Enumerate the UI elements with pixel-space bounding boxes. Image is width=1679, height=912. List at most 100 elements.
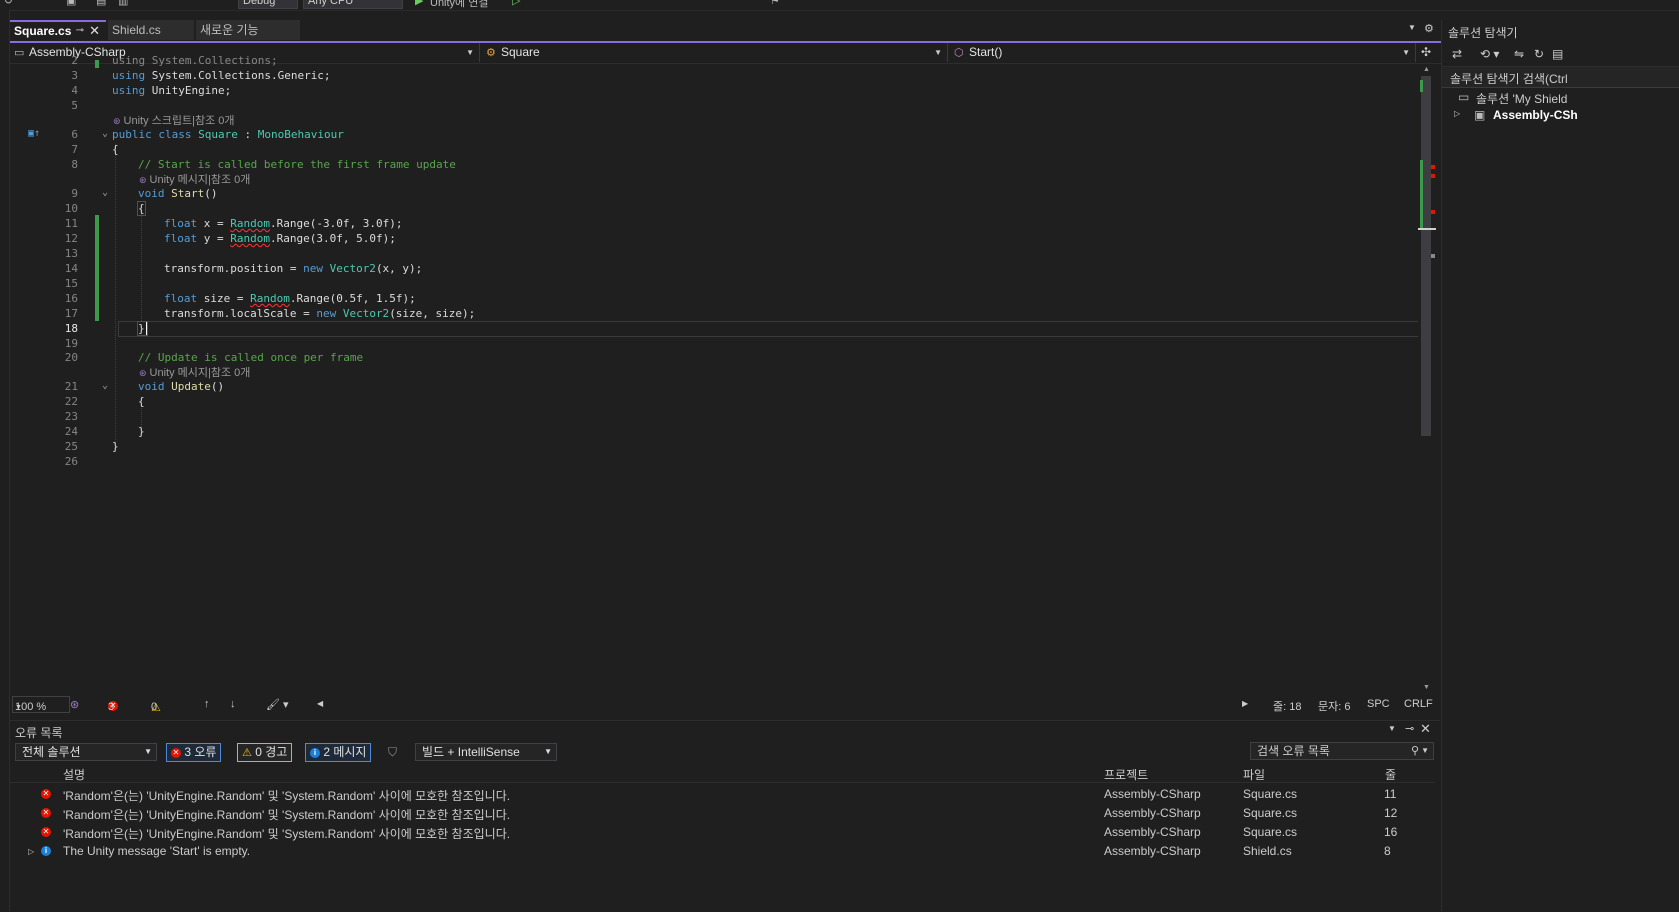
class-dropdown[interactable]: ⚙ Square ▼: [482, 43, 948, 62]
class-icon: ⚙: [486, 47, 496, 59]
change-overview: [1420, 80, 1423, 92]
errors-filter-button[interactable]: ✕ 3 오류: [166, 743, 222, 762]
scroll-up-icon[interactable]: ▲: [1423, 66, 1430, 73]
sync-icon[interactable]: ⇄: [1452, 47, 1462, 61]
split-editor-icon[interactable]: ✣: [1421, 45, 1431, 59]
column-indicator[interactable]: 문자: 6: [1318, 698, 1350, 714]
tab-shield-cs[interactable]: Shield.cs: [108, 20, 194, 40]
column-file[interactable]: 파일: [1243, 766, 1265, 783]
back-icon[interactable]: ↺: [4, 0, 13, 8]
scroll-left-icon[interactable]: ◀: [317, 699, 323, 708]
refresh-icon[interactable]: ↻: [1534, 47, 1544, 61]
line-indicator[interactable]: 줄: 18: [1273, 698, 1301, 714]
marker-overview: [1431, 254, 1435, 258]
history-icon[interactable]: ⟲ ▾: [1480, 47, 1499, 61]
fold-toggle-icon[interactable]: ⌄: [100, 380, 110, 391]
scope-dropdown[interactable]: 전체 솔루션 ▼: [15, 743, 157, 761]
unity-icon: ⊛: [139, 175, 147, 185]
caret-overview: [1418, 228, 1436, 230]
line-number: 20: [64, 351, 78, 364]
next-issue-icon[interactable]: ↓: [230, 698, 236, 710]
codelens-start[interactable]: ⊛ Unity 메시지|참조 0개: [139, 171, 250, 187]
switch-views-icon[interactable]: ⇋: [1514, 47, 1524, 61]
error-project: Assembly-CSharp: [1104, 825, 1201, 839]
copilot-icon[interactable]: ⊛: [70, 698, 79, 711]
line-number: 26: [64, 455, 78, 468]
indent-guide: [115, 144, 116, 444]
warnings-filter-button[interactable]: ⚠ 0 경고: [237, 743, 293, 762]
line-number: 11: [64, 217, 78, 230]
fold-toggle-icon[interactable]: ⌄: [100, 128, 110, 139]
tab-square-cs[interactable]: Square.cs ⊸ ✕: [10, 20, 106, 40]
line-number: 6: [71, 128, 78, 141]
collapse-all-icon[interactable]: ▤: [1552, 47, 1563, 61]
config-dropdown[interactable]: Debug: [238, 0, 298, 9]
whitespace-indicator[interactable]: SPC: [1367, 698, 1390, 710]
code-line: float x = Random.Range(-3.0f, 3.0f);: [164, 217, 403, 230]
scroll-right-icon[interactable]: ▶: [1242, 699, 1248, 708]
pin-icon[interactable]: ⊸: [76, 22, 84, 40]
project-node[interactable]: ▷ ▣ Assembly-CSh: [1442, 106, 1679, 124]
chevron-down-icon: ▼: [1402, 48, 1410, 57]
build-filter-dropdown[interactable]: 빌드 + IntelliSense ▼: [415, 743, 557, 761]
member-label: Start(): [969, 45, 1003, 59]
editor-scrollbar[interactable]: ▲ ▼: [1418, 64, 1436, 692]
messages-filter-button[interactable]: i 2 메시지: [305, 743, 372, 762]
codelens-update[interactable]: ⊛ Unity 메시지|참조 0개: [139, 364, 250, 380]
run-no-debug-icon[interactable]: ▷: [512, 0, 520, 8]
member-dropdown[interactable]: ⬡ Start() ▼: [950, 43, 1416, 62]
main-toolbar: ↺ ▣ ▤ ▥ Debug Any CPU ▶ Unity에 연결 ▷ ⚑: [0, 0, 1679, 11]
tab-label: Square.cs: [14, 24, 72, 38]
error-description: The Unity message 'Start' is empty.: [63, 844, 251, 858]
code-line: using System.Collections;: [112, 54, 278, 67]
tab-overflow-icon[interactable]: ▼: [1408, 23, 1416, 32]
line-number: 16: [64, 292, 78, 305]
column-description[interactable]: 설명: [63, 766, 85, 783]
save-icon[interactable]: ▥: [118, 0, 128, 8]
tab-whats-new[interactable]: 새로운 기능: [196, 20, 300, 40]
platform-dropdown[interactable]: Any CPU: [303, 0, 403, 9]
indent-guide: [141, 211, 142, 321]
search-error-list-input[interactable]: 검색 오류 목록 ⚲ ▼: [1250, 742, 1434, 760]
chevron-down-icon: ▼: [934, 48, 942, 57]
line-number: 3: [71, 69, 78, 82]
cleanup-icon[interactable]: 🖌 ▾: [266, 698, 289, 711]
previous-issue-icon[interactable]: ↑: [204, 698, 210, 710]
error-row[interactable]: ✕ 'Random'은(는) 'UnityEngine.Random' 및 'S…: [10, 785, 1435, 804]
run-icon[interactable]: ▶: [415, 0, 423, 8]
editor-status-bar: 100 % ▼ ⊛ ✕ 3 ⚠ 0 ↑ ↓ 🖌 ▾ ◀ ▶ 줄: 18 문자: …: [10, 695, 1440, 714]
solution-search-input[interactable]: 솔루션 탐색기 검색(Ctrl: [1442, 67, 1679, 88]
message-row[interactable]: ▷ i The Unity message 'Start' is empty. …: [10, 842, 1435, 861]
filter-icon[interactable]: ⛉: [388, 745, 397, 760]
scroll-down-icon[interactable]: ▼: [1423, 684, 1430, 691]
new-item-icon[interactable]: ▣: [66, 0, 76, 8]
close-icon[interactable]: ✕: [1420, 721, 1431, 737]
fold-toggle-icon[interactable]: ⌄: [100, 187, 110, 198]
line-ending-indicator[interactable]: CRLF: [1404, 698, 1433, 710]
error-row[interactable]: ✕ 'Random'은(는) 'UnityEngine.Random' 및 'S…: [10, 804, 1435, 823]
code-line: public class Square : MonoBehaviour: [112, 128, 344, 141]
expand-icon: ▷: [28, 847, 35, 856]
codelens-script[interactable]: ⊛ Unity 스크립트|참조 0개: [113, 112, 235, 128]
run-button[interactable]: Unity에 연결: [430, 0, 488, 9]
panel-menu-icon[interactable]: ▼: [1388, 724, 1396, 733]
line-number: 18: [64, 322, 78, 335]
error-project: Assembly-CSharp: [1104, 806, 1201, 820]
column-project[interactable]: 프로젝트: [1104, 766, 1148, 783]
code-editor[interactable]: 2 3 4 5 6 7 8 9 10 11 12 13 14 15 16 17 18 19 20 21 22 23 24 25…: [10, 54, 1530, 752]
line-number: 24: [64, 425, 78, 438]
solution-node[interactable]: ▭ 솔루션 'My Shield: [1442, 88, 1679, 106]
column-line[interactable]: 줄: [1385, 766, 1396, 783]
zoom-dropdown[interactable]: 100 % ▼: [12, 696, 70, 713]
implementation-marker-icon[interactable]: ▣↑: [28, 128, 40, 139]
info-icon: i: [310, 747, 320, 758]
close-icon[interactable]: ✕: [89, 22, 100, 40]
search-icon: ⚲: [1410, 745, 1419, 757]
settings-gear-icon[interactable]: ⚙: [1424, 22, 1434, 35]
open-icon[interactable]: ▤: [96, 0, 106, 8]
line-number: 2: [71, 54, 78, 67]
bookmark-icon[interactable]: ⚑: [770, 0, 780, 8]
scrollbar-thumb[interactable]: [1421, 76, 1431, 436]
pin-icon[interactable]: ⊸: [1405, 722, 1414, 735]
error-row[interactable]: ✕ 'Random'은(는) 'UnityEngine.Random' 및 'S…: [10, 823, 1435, 842]
